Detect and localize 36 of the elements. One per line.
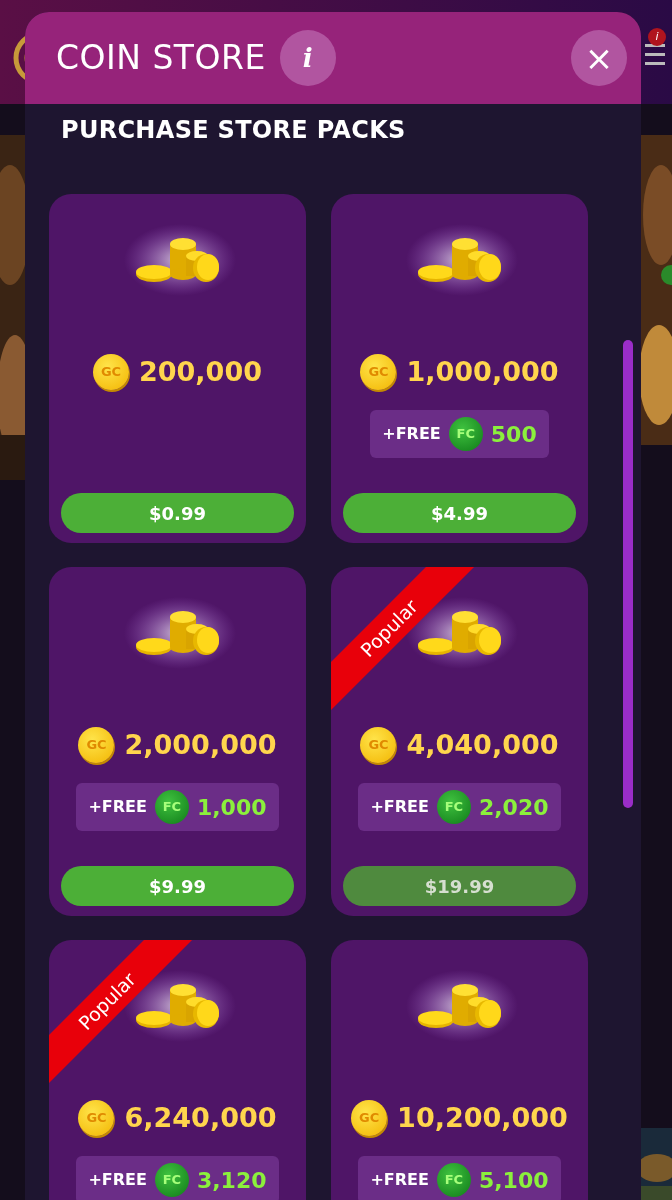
- section-title: PURCHASE STORE PACKS: [61, 115, 407, 146]
- coin-amount: 200,000: [139, 354, 262, 389]
- bonus-label: +FREE: [88, 796, 147, 818]
- bonus-amount: 500: [490, 420, 537, 449]
- coin-amount: 10,200,000: [397, 1100, 568, 1135]
- info-button[interactable]: i: [279, 30, 336, 86]
- gc-coin-icon: GC: [360, 354, 397, 390]
- bonus-amount: 5,100: [478, 1166, 549, 1195]
- coin-amount: 2,000,000: [124, 727, 277, 762]
- close-button[interactable]: ×: [571, 30, 627, 86]
- free-coin-icon: FC: [436, 790, 471, 824]
- bonus-label: +FREE: [370, 796, 429, 818]
- gc-coin-icon: GC: [78, 727, 115, 763]
- price-button[interactable]: $0.99: [61, 493, 294, 533]
- coin-amount: 6,240,000: [124, 1100, 277, 1135]
- free-coin-icon: FC: [154, 1163, 189, 1197]
- price-button[interactable]: $9.99: [61, 866, 294, 906]
- gc-coin-icon: GC: [351, 1100, 388, 1136]
- gc-coin-icon: GC: [93, 354, 129, 390]
- bonus-label: +FREE: [382, 423, 441, 445]
- free-coin-icon: FC: [448, 417, 483, 451]
- free-coin-icon: FC: [436, 1163, 471, 1197]
- scrollbar[interactable]: [623, 340, 633, 808]
- coin-amount: 1,000,000: [406, 354, 559, 389]
- gc-coin-icon: GC: [360, 727, 397, 763]
- free-coin-icon: FC: [154, 790, 189, 824]
- price-button[interactable]: $4.99: [343, 493, 576, 533]
- bonus-amount: 3,120: [196, 1166, 267, 1195]
- coin-amount: 4,040,000: [406, 727, 559, 762]
- bonus-label: +FREE: [370, 1169, 429, 1191]
- bonus-amount: 1,000: [196, 793, 267, 822]
- dialog-title: COIN STORE: [56, 37, 266, 80]
- bonus-label: +FREE: [88, 1169, 147, 1191]
- gc-coin-icon: GC: [78, 1100, 115, 1136]
- bonus-amount: 2,020: [478, 793, 549, 822]
- price-button[interactable]: $19.99: [343, 866, 576, 906]
